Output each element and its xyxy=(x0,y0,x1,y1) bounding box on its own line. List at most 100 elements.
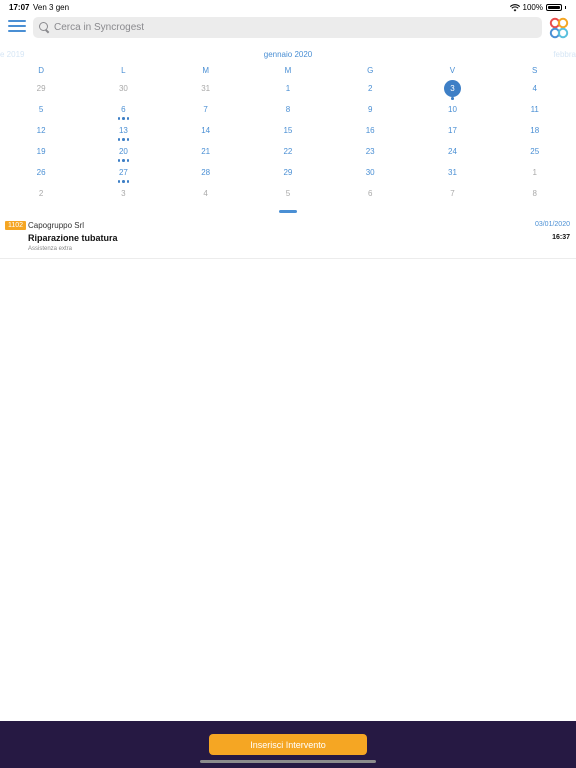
weekday-label: M xyxy=(284,66,292,75)
calendar-day[interactable]: 10 xyxy=(411,101,493,122)
event-date: 03/01/2020 xyxy=(534,221,570,228)
calendar-day[interactable]: 13 xyxy=(82,122,164,143)
calendar-day[interactable]: 12 xyxy=(0,122,82,143)
event-indicator-dots xyxy=(82,159,164,163)
calendar-day[interactable]: 14 xyxy=(165,122,247,143)
calendar-day[interactable]: 11 xyxy=(494,101,576,122)
calendar-day[interactable]: 2 xyxy=(329,80,411,101)
hamburger-menu-icon[interactable] xyxy=(8,20,26,36)
event-dot xyxy=(117,159,121,162)
calendar-day[interactable]: 8 xyxy=(247,101,329,122)
weekday-label: L xyxy=(121,66,126,75)
wifi-icon xyxy=(509,3,520,11)
status-time: 17:07 xyxy=(9,3,30,12)
calendar-day-selected[interactable]: 3 xyxy=(411,80,493,101)
calendar-day-number: 2 xyxy=(367,84,373,93)
month-header[interactable]: e 2019 gennaio 2020 febbra xyxy=(0,49,576,61)
calendar-day[interactable]: 4 xyxy=(494,80,576,101)
status-date: Ven 3 gen xyxy=(33,3,70,12)
event-list-item[interactable]: 1102 Capogruppo Srl 03/01/2020 Riparazio… xyxy=(0,218,576,259)
calendar-day-number: 2 xyxy=(38,189,44,198)
event-dot xyxy=(126,159,130,162)
calendar-day[interactable]: 15 xyxy=(247,122,329,143)
calendar-day-number: 4 xyxy=(532,84,537,93)
calendar-day[interactable]: 8 xyxy=(494,185,576,206)
calendar-day[interactable]: 16 xyxy=(329,122,411,143)
calendar-day-number: 3 xyxy=(443,80,461,97)
calendar-day-number: 30 xyxy=(365,168,375,177)
event-dot xyxy=(126,180,130,183)
calendar-day-number: 27 xyxy=(118,168,128,177)
calendar-day[interactable]: 31 xyxy=(411,164,493,185)
status-indicators: 100% xyxy=(509,3,566,12)
calendar-day[interactable]: 24 xyxy=(411,143,493,164)
calendar-day[interactable]: 6 xyxy=(329,185,411,206)
event-dot xyxy=(122,117,125,120)
calendar-day[interactable]: 1 xyxy=(494,164,576,185)
calendar-day[interactable]: 27 xyxy=(82,164,164,185)
calendar-day-number: 1 xyxy=(285,84,291,93)
calendar-day[interactable]: 20 xyxy=(82,143,164,164)
calendar-day[interactable]: 29 xyxy=(247,164,329,185)
calendar-day-number: 14 xyxy=(201,126,211,135)
next-month-label[interactable]: febbra xyxy=(553,50,576,59)
calendar-day[interactable]: 9 xyxy=(329,101,411,122)
calendar-day[interactable]: 23 xyxy=(329,143,411,164)
event-title: Riparazione tubatura xyxy=(28,233,118,243)
calendar-day-number: 28 xyxy=(201,168,211,177)
insert-intervention-button[interactable]: Inserisci Intervento xyxy=(209,734,367,755)
calendar-day[interactable]: 30 xyxy=(329,164,411,185)
calendar-day[interactable]: 26 xyxy=(0,164,82,185)
calendar-day-number: 15 xyxy=(283,126,293,135)
calendar-day[interactable]: 4 xyxy=(165,185,247,206)
search-bar[interactable] xyxy=(33,17,542,38)
calendar-day[interactable]: 28 xyxy=(165,164,247,185)
calendar-day[interactable]: 31 xyxy=(165,80,247,101)
calendar-day[interactable]: 1 xyxy=(247,80,329,101)
event-dot xyxy=(117,138,121,141)
calendar-day[interactable]: 29 xyxy=(0,80,82,101)
calendar-day-number: 10 xyxy=(448,105,457,114)
calendar-day[interactable]: 25 xyxy=(494,143,576,164)
event-dot xyxy=(117,180,121,183)
search-input[interactable] xyxy=(54,22,514,33)
calendar-day-number: 6 xyxy=(121,105,126,114)
current-month-label: gennaio 2020 xyxy=(263,50,313,59)
calendar-day[interactable]: 21 xyxy=(165,143,247,164)
bottom-bar: Inserisci Intervento xyxy=(0,721,576,768)
calendar-day-number: 30 xyxy=(118,84,128,93)
calendar-day[interactable]: 6 xyxy=(82,101,164,122)
event-time: 16:37 xyxy=(552,234,570,241)
calendar-day-number: 12 xyxy=(36,126,46,135)
battery-icon xyxy=(546,4,562,11)
calendar-day[interactable]: 30 xyxy=(82,80,164,101)
calendar-day[interactable]: 18 xyxy=(494,122,576,143)
calendar-day[interactable]: 19 xyxy=(0,143,82,164)
weekday-label: S xyxy=(532,66,538,75)
battery-percent: 100% xyxy=(522,3,543,12)
calendar-day-number: 18 xyxy=(530,126,540,135)
calendar-day[interactable]: 7 xyxy=(165,101,247,122)
home-indicator xyxy=(200,760,376,763)
calendar-day[interactable]: 22 xyxy=(247,143,329,164)
event-indicator-dots xyxy=(82,117,164,121)
calendar-day-number: 31 xyxy=(201,84,211,93)
event-code-badge: 1102 xyxy=(5,221,27,230)
calendar-day-number: 6 xyxy=(367,189,373,198)
weekday-label: D xyxy=(38,66,45,75)
event-dot xyxy=(122,180,125,183)
calendar-week-row: 12 13 14 15 16 17 18 xyxy=(0,122,576,143)
calendar-day-number: 11 xyxy=(530,105,539,114)
calendar-day[interactable]: 7 xyxy=(411,185,493,206)
calendar-day-number: 29 xyxy=(36,84,46,93)
calendar-day[interactable]: 2 xyxy=(0,185,82,206)
calendar-day[interactable]: 5 xyxy=(247,185,329,206)
calendar-drag-handle[interactable] xyxy=(279,210,297,213)
calendar-day[interactable]: 3 xyxy=(82,185,164,206)
calendar-day[interactable]: 5 xyxy=(0,101,82,122)
calendar-day[interactable]: 17 xyxy=(411,122,493,143)
event-subtitle: Assistenza extra xyxy=(28,246,73,252)
syncrogest-logo-icon[interactable] xyxy=(548,17,570,39)
calendar-day-number: 21 xyxy=(201,147,211,156)
calendar-week-row: 5 6 7 8 9 10 11 xyxy=(0,101,576,122)
